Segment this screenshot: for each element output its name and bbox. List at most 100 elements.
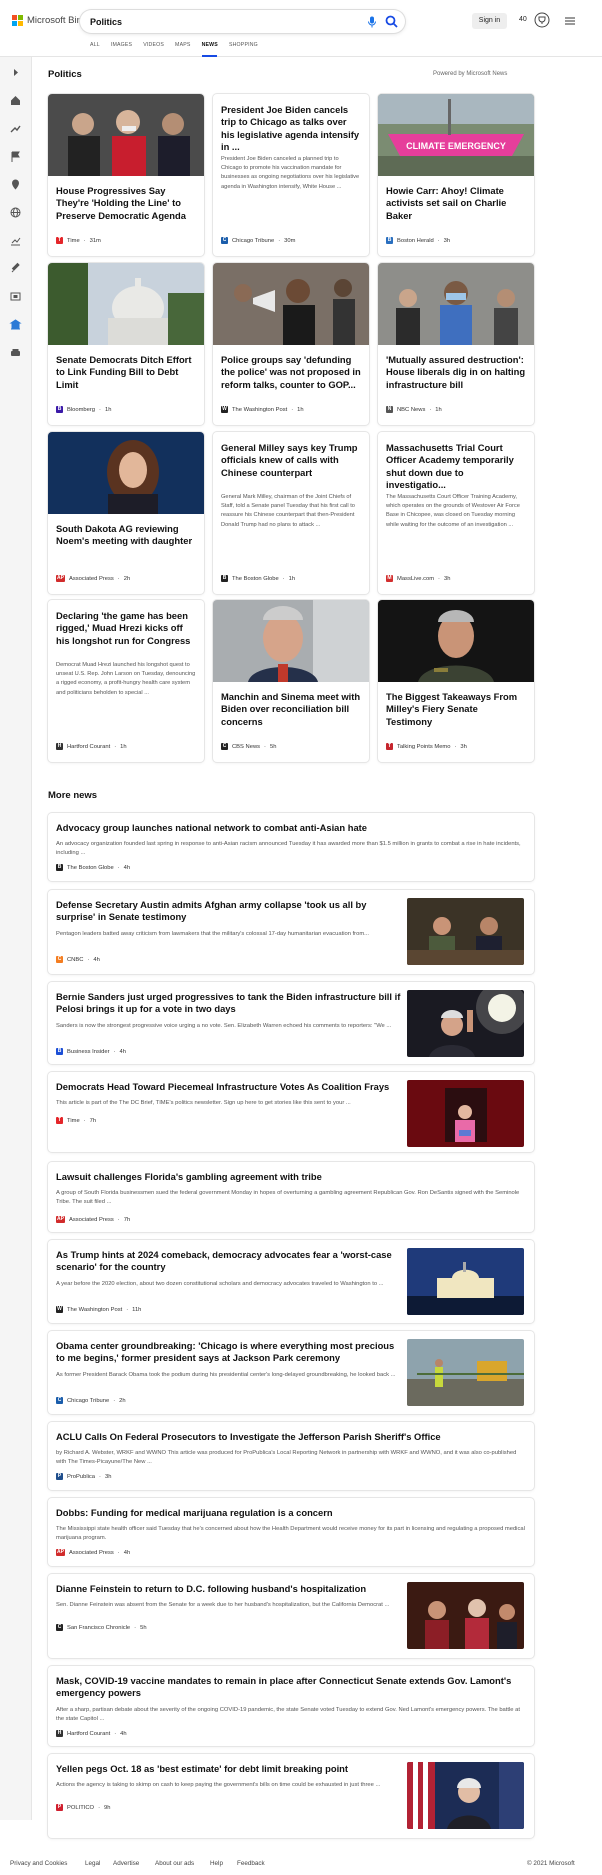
article-title[interactable]: Democrats Head Toward Piecemeal Infrastr… — [56, 1081, 401, 1093]
source-name[interactable]: The Washington Post — [67, 1307, 122, 1313]
source-name[interactable]: POLITICO — [67, 1805, 94, 1811]
article-title[interactable]: Dobbs: Funding for medical marijuana reg… — [56, 1507, 526, 1519]
article-title[interactable]: Defense Secretary Austin admits Afghan a… — [56, 899, 401, 923]
expand-chevron-icon[interactable] — [9, 66, 22, 79]
source-name[interactable]: The Boston Globe — [232, 576, 279, 582]
source-name[interactable]: Associated Press — [69, 576, 114, 582]
globe-icon[interactable] — [9, 206, 22, 219]
tab-images[interactable]: IMAGES — [111, 42, 143, 57]
card-title[interactable]: Police groups say 'defunding the police'… — [221, 354, 361, 391]
source-name[interactable]: Chicago Tribune — [232, 238, 274, 244]
tab-videos[interactable]: VIDEOS — [143, 42, 175, 57]
card-title[interactable]: General Milley says key Trump officials … — [221, 442, 361, 479]
footer-link-advertise[interactable]: Advertise — [113, 1860, 139, 1867]
trending-icon[interactable] — [9, 122, 22, 135]
source-name[interactable]: Boston Herald — [397, 238, 434, 244]
footer-link-about-ads[interactable]: About our ads — [155, 1860, 194, 1867]
flag-icon[interactable] — [9, 150, 22, 163]
news-article[interactable]: ACLU Calls On Federal Prosecutors to Inv… — [48, 1422, 534, 1490]
rewards-points[interactable]: 40 — [519, 16, 527, 23]
news-card[interactable]: CLIMATE EMERGENCY Howie Carr: Ahoy! Clim… — [378, 94, 534, 256]
card-title[interactable]: Manchin and Sinema meet with Biden over … — [221, 691, 361, 728]
news-article[interactable]: Dianne Feinstein to return to D.C. follo… — [48, 1574, 534, 1658]
source-name[interactable]: Business Insider — [67, 1049, 110, 1055]
news-card[interactable]: The Biggest Takeaways From Milley's Fier… — [378, 600, 534, 762]
footer-link-privacy[interactable]: Privacy and Cookies — [10, 1860, 67, 1867]
card-title[interactable]: Massachusetts Trial Court Officer Academ… — [386, 442, 526, 491]
source-name[interactable]: San Francisco Chronicle — [67, 1625, 130, 1631]
home-icon[interactable] — [9, 94, 22, 107]
film-icon[interactable] — [9, 290, 22, 303]
source-name[interactable]: Hartford Courant — [67, 1731, 110, 1737]
card-title[interactable]: 'Mutually assured destruction': House li… — [386, 354, 526, 391]
article-title[interactable]: Advocacy group launches national network… — [56, 822, 526, 834]
article-title[interactable]: Lawsuit challenges Florida's gambling ag… — [56, 1171, 526, 1183]
news-article[interactable]: Dobbs: Funding for medical marijuana reg… — [48, 1498, 534, 1566]
source-name[interactable]: Bloomberg — [67, 407, 95, 413]
source-name[interactable]: CBS News — [232, 744, 260, 750]
source-name[interactable]: Associated Press — [69, 1217, 114, 1223]
article-title[interactable]: ACLU Calls On Federal Prosecutors to Inv… — [56, 1431, 526, 1443]
bing-logo[interactable]: Microsoft Bing — [12, 15, 87, 26]
source-name[interactable]: Hartford Courant — [67, 744, 110, 750]
source-name[interactable]: The Boston Globe — [67, 865, 114, 871]
news-article[interactable]: Advocacy group launches national network… — [48, 813, 534, 881]
news-card[interactable]: President Joe Biden cancels trip to Chic… — [213, 94, 369, 256]
article-title[interactable]: As Trump hints at 2024 comeback, democra… — [56, 1249, 401, 1273]
news-article[interactable]: Yellen pegs Oct. 18 as 'best estimate' f… — [48, 1754, 534, 1838]
news-article[interactable]: Bernie Sanders just urged progressives t… — [48, 982, 534, 1064]
card-title[interactable]: Declaring 'the game has been rigged,' Mu… — [56, 610, 196, 647]
source-name[interactable]: MassLive.com — [397, 576, 434, 582]
news-article[interactable]: Obama center groundbreaking: 'Chicago is… — [48, 1331, 534, 1414]
card-title[interactable]: Howie Carr: Ahoy! Climate activists set … — [386, 185, 526, 222]
news-card[interactable]: House Progressives Say They're 'Holding … — [48, 94, 204, 256]
rewards-trophy-icon[interactable] — [534, 12, 550, 28]
card-title[interactable]: South Dakota AG reviewing Noem's meeting… — [56, 523, 196, 548]
article-title[interactable]: Mask, COVID-19 vaccine mandates to remai… — [56, 1675, 526, 1699]
microphone-icon[interactable] — [367, 16, 377, 28]
tab-maps[interactable]: MAPS — [175, 42, 202, 57]
news-card[interactable]: South Dakota AG reviewing Noem's meeting… — [48, 432, 204, 594]
tab-shopping[interactable]: SHOPPING — [229, 42, 269, 57]
card-title[interactable]: President Joe Biden cancels trip to Chic… — [221, 104, 361, 153]
article-title[interactable]: Yellen pegs Oct. 18 as 'best estimate' f… — [56, 1763, 401, 1775]
source-name[interactable]: Time — [67, 238, 80, 244]
source-name[interactable]: Associated Press — [69, 1550, 114, 1556]
news-card[interactable]: Senate Democrats Ditch Effort to Link Fu… — [48, 263, 204, 425]
location-pin-icon[interactable] — [9, 178, 22, 191]
source-name[interactable]: CNBC — [67, 957, 83, 963]
article-title[interactable]: Dianne Feinstein to return to D.C. follo… — [56, 1583, 401, 1595]
rocket-icon[interactable] — [9, 262, 22, 275]
card-title[interactable]: The Biggest Takeaways From Milley's Fier… — [386, 691, 526, 728]
news-card[interactable]: Police groups say 'defunding the police'… — [213, 263, 369, 425]
hamburger-menu-icon[interactable] — [565, 16, 575, 26]
news-card[interactable]: 'Mutually assured destruction': House li… — [378, 263, 534, 425]
source-name[interactable]: ProPublica — [67, 1474, 95, 1480]
footer-link-legal[interactable]: Legal — [85, 1860, 100, 1867]
search-input[interactable] — [90, 14, 340, 29]
article-title[interactable]: Obama center groundbreaking: 'Chicago is… — [56, 1340, 401, 1364]
source-name[interactable]: Time — [67, 1118, 80, 1124]
source-name[interactable]: Talking Points Memo — [397, 744, 450, 750]
search-box[interactable] — [80, 10, 405, 33]
news-card[interactable]: Manchin and Sinema meet with Biden over … — [213, 600, 369, 762]
source-name[interactable]: The Washington Post — [232, 407, 287, 413]
news-article[interactable]: Mask, COVID-19 vaccine mandates to remai… — [48, 1666, 534, 1746]
news-article[interactable]: As Trump hints at 2024 comeback, democra… — [48, 1240, 534, 1323]
article-title[interactable]: Bernie Sanders just urged progressives t… — [56, 991, 401, 1015]
news-card[interactable]: General Milley says key Trump officials … — [213, 432, 369, 594]
news-card[interactable]: Declaring 'the game has been rigged,' Mu… — [48, 600, 204, 762]
news-article[interactable]: Defense Secretary Austin admits Afghan a… — [48, 890, 534, 974]
chart-icon[interactable] — [9, 234, 22, 247]
source-name[interactable]: Chicago Tribune — [67, 1398, 109, 1404]
source-name[interactable]: NBC News — [397, 407, 425, 413]
card-title[interactable]: Senate Democrats Ditch Effort to Link Fu… — [56, 354, 196, 391]
tab-all[interactable]: ALL — [90, 42, 111, 57]
footer-link-feedback[interactable]: Feedback — [237, 1860, 265, 1867]
news-article[interactable]: Democrats Head Toward Piecemeal Infrastr… — [48, 1072, 534, 1152]
news-article[interactable]: Lawsuit challenges Florida's gambling ag… — [48, 1162, 534, 1232]
sign-in-button[interactable]: Sign in — [472, 13, 507, 29]
footer-link-help[interactable]: Help — [210, 1860, 223, 1867]
tab-news[interactable]: NEWS — [201, 42, 229, 57]
car-icon[interactable] — [9, 346, 22, 359]
